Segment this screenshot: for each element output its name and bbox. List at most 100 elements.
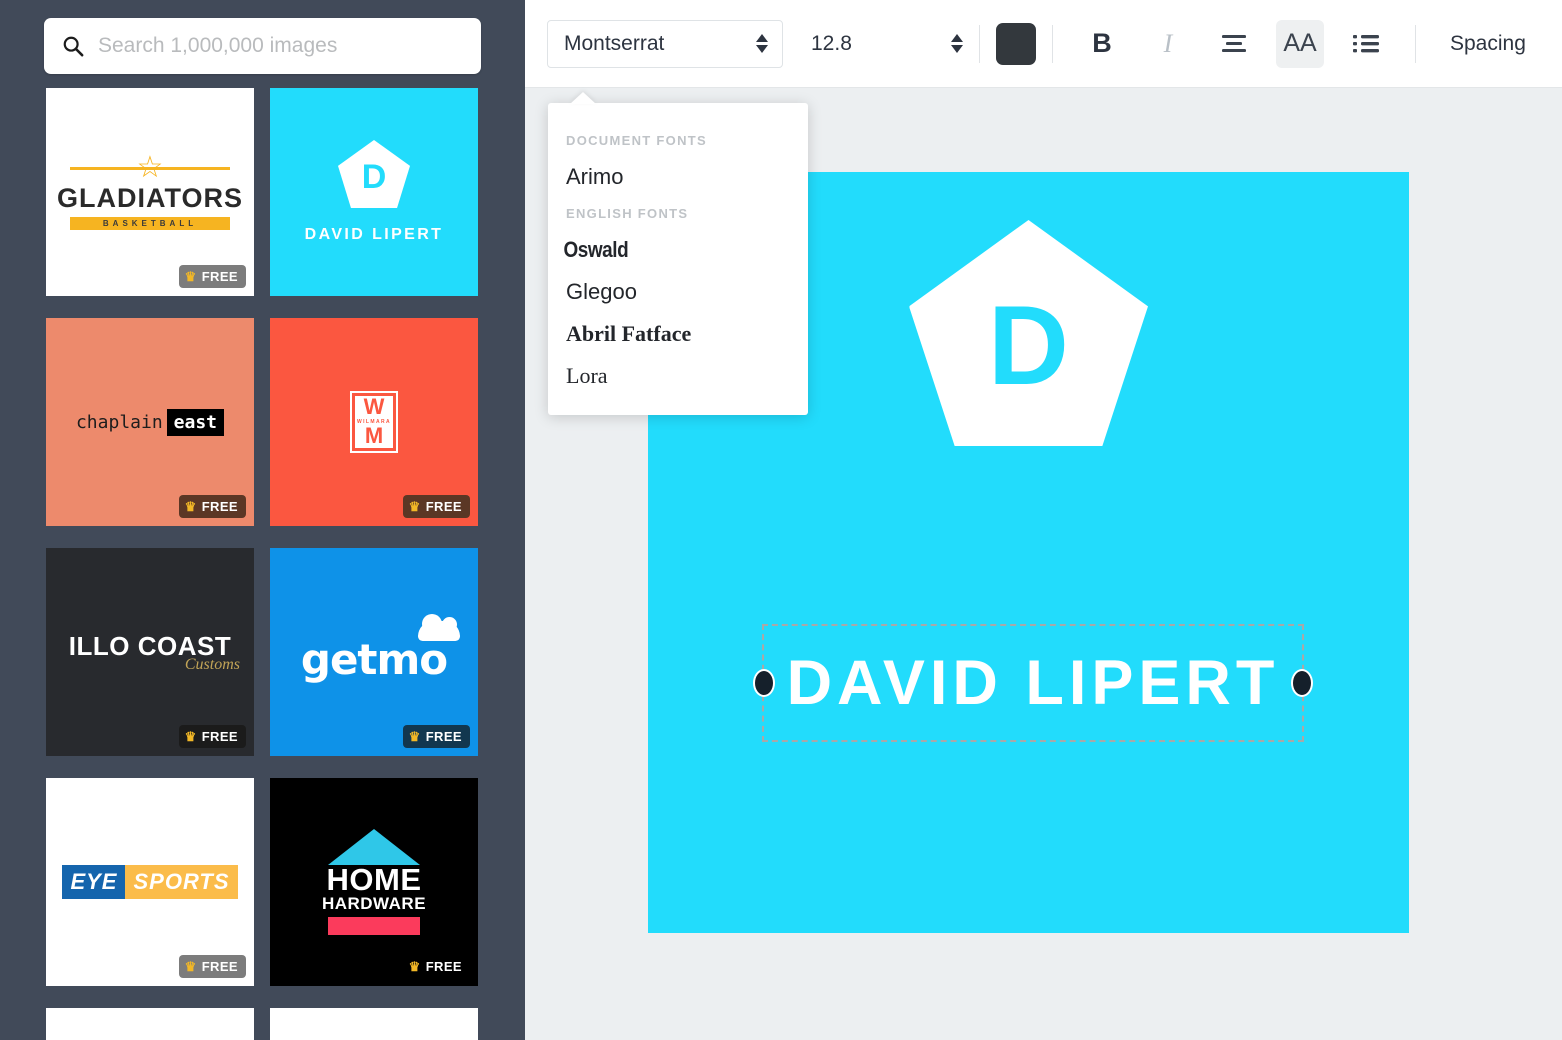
david-lipert-title: DAVID LIPERT xyxy=(304,226,444,243)
crown-icon: ♛ xyxy=(408,499,421,514)
dropdown-caret-icon xyxy=(570,92,596,104)
star-icon: ☆ xyxy=(136,150,164,184)
thumbnail-david-lipert[interactable]: D DAVID LIPERT xyxy=(270,88,478,296)
thumbnail-partial-10[interactable] xyxy=(270,1008,478,1040)
italic-button[interactable]: I xyxy=(1144,20,1192,68)
crown-icon: ♛ xyxy=(184,269,197,284)
free-badge-label: FREE xyxy=(201,499,238,514)
align-center-icon xyxy=(1222,34,1246,52)
font-family-dropdown-panel: DOCUMENT FONTS Arimo ENGLISH FONTS Oswal… xyxy=(548,92,808,415)
illo-coast-subtitle: Customs xyxy=(184,655,240,673)
free-badge-label: FREE xyxy=(201,959,238,974)
spacing-button[interactable]: Spacing xyxy=(1450,32,1526,56)
wilmara-letter-w: W xyxy=(363,394,385,420)
text-case-label: AA xyxy=(1283,29,1317,57)
eye-sports-lockup: EYE SPORTS xyxy=(62,865,238,899)
app-root: ☆ GLADIATORS BASKETBALL ♛ FREE D DAVID L… xyxy=(0,0,1562,1040)
cloud-icon xyxy=(418,613,460,641)
free-badge: ♛ FREE xyxy=(178,495,246,518)
free-badge: ♛ FREE xyxy=(178,725,246,748)
thumbnail-chaplain-east[interactable]: chaplain east ♛ FREE xyxy=(46,318,254,526)
chaplain-east-lockup: chaplain east xyxy=(75,408,225,436)
toolbar-divider xyxy=(1415,24,1416,63)
text-case-button[interactable]: AA xyxy=(1276,19,1324,68)
hardware-subtitle: HARDWARE xyxy=(321,893,427,913)
text-toolbar: Montserrat 12.8 B I AA Spacing xyxy=(525,0,1562,88)
crown-icon: ♛ xyxy=(408,959,421,974)
eye-word: EYE xyxy=(62,865,126,899)
font-option-oswald[interactable]: Oswald xyxy=(548,229,772,271)
font-family-select[interactable]: Montserrat xyxy=(547,19,783,68)
canvas-pentagon-logo[interactable]: D xyxy=(909,220,1148,446)
free-badge: ♛ FREE xyxy=(178,265,246,288)
text-align-button[interactable] xyxy=(1210,20,1258,68)
bullet-list-icon xyxy=(1353,34,1379,52)
gladiators-subtitle: BASKETBALL xyxy=(70,216,230,230)
font-size-field[interactable]: 12.8 xyxy=(811,32,963,56)
thumbnail-eye-sports[interactable]: EYE SPORTS ♛ FREE xyxy=(46,778,254,986)
gladiators-star-rule: ☆ xyxy=(70,150,230,184)
search-icon xyxy=(63,36,84,57)
wilmara-lockup: W WILMARA M xyxy=(356,394,392,448)
font-family-stepper-icon xyxy=(756,34,768,53)
search-box[interactable] xyxy=(44,18,481,74)
font-size-stepper-icon[interactable] xyxy=(951,34,963,53)
canvas-monogram: D xyxy=(988,283,1069,408)
font-option-glegoo[interactable]: Glegoo xyxy=(548,271,808,313)
david-monogram: D xyxy=(361,158,387,196)
font-group-heading-document: DOCUMENT FONTS xyxy=(566,133,707,148)
home-accent-bar xyxy=(328,917,420,936)
thumbnail-home-hardware[interactable]: HOME HARDWARE ♛ FREE xyxy=(270,778,478,986)
search-input[interactable] xyxy=(98,34,458,58)
crown-icon: ♛ xyxy=(184,729,197,744)
thumbnail-getmo[interactable]: getmo ♛ FREE xyxy=(270,548,478,756)
free-badge: ♛ FREE xyxy=(178,955,246,978)
resize-handle-right[interactable] xyxy=(1291,669,1313,697)
free-badge-label: FREE xyxy=(425,729,462,744)
free-badge-label: FREE xyxy=(201,729,238,744)
crown-icon: ♛ xyxy=(184,499,197,514)
pentagon-icon: D xyxy=(338,140,410,208)
home-title: HOME xyxy=(326,861,422,897)
sports-word: SPORTS xyxy=(125,865,238,899)
resize-handle-left[interactable] xyxy=(753,669,775,697)
thumbnail-illo-coast[interactable]: ILLO COAST Customs ♛ FREE xyxy=(46,548,254,756)
font-option-arimo[interactable]: Arimo xyxy=(548,156,808,198)
selected-text-element[interactable]: DAVID LIPERT xyxy=(753,624,1313,742)
font-option-abril-fatface[interactable]: Abril Fatface xyxy=(548,313,808,355)
font-group-heading-english: ENGLISH FONTS xyxy=(566,206,689,221)
wilmara-frame: W WILMARA M xyxy=(350,391,398,453)
thumbnail-grid: ☆ GLADIATORS BASKETBALL ♛ FREE D DAVID L… xyxy=(46,88,478,1040)
east-word: east xyxy=(166,408,225,436)
free-badge-label: FREE xyxy=(425,959,462,974)
chaplain-word: chaplain xyxy=(75,411,163,433)
free-badge: ♛ FREE xyxy=(402,725,470,748)
roof-icon xyxy=(328,828,420,865)
getmo-title: getmo xyxy=(300,634,448,684)
font-family-value: Montserrat xyxy=(564,31,665,55)
toolbar-divider xyxy=(1052,24,1053,63)
thumbnail-partial-9[interactable] xyxy=(46,1008,254,1040)
free-badge-label: FREE xyxy=(425,499,462,514)
text-color-swatch[interactable] xyxy=(996,22,1036,65)
thumbnail-gladiators[interactable]: ☆ GLADIATORS BASKETBALL ♛ FREE xyxy=(46,88,254,296)
search-container xyxy=(44,18,481,74)
crown-icon: ♛ xyxy=(184,959,197,974)
gladiators-title: GLADIATORS xyxy=(56,182,243,213)
font-option-lora[interactable]: Lora xyxy=(548,355,808,397)
bold-label: B xyxy=(1092,28,1112,58)
thumbnail-wilmara[interactable]: W WILMARA M ♛ FREE xyxy=(270,318,478,526)
free-badge: ♛ FREE xyxy=(403,955,470,978)
editor-main: Montserrat 12.8 B I AA Spacing DOCUMENT … xyxy=(525,0,1562,1040)
canvas-text: DAVID LIPERT xyxy=(786,648,1280,718)
free-badge: ♛ FREE xyxy=(402,495,470,518)
free-badge-label: FREE xyxy=(201,269,238,284)
font-size-value: 12.8 xyxy=(811,31,852,55)
bullet-list-button[interactable] xyxy=(1342,20,1390,68)
toolbar-divider xyxy=(979,24,980,63)
image-library-sidebar: ☆ GLADIATORS BASKETBALL ♛ FREE D DAVID L… xyxy=(0,0,525,1040)
italic-label: I xyxy=(1163,28,1173,58)
bold-button[interactable]: B xyxy=(1078,20,1126,68)
wilmara-letter-m: M xyxy=(364,423,384,448)
crown-icon: ♛ xyxy=(408,729,421,744)
